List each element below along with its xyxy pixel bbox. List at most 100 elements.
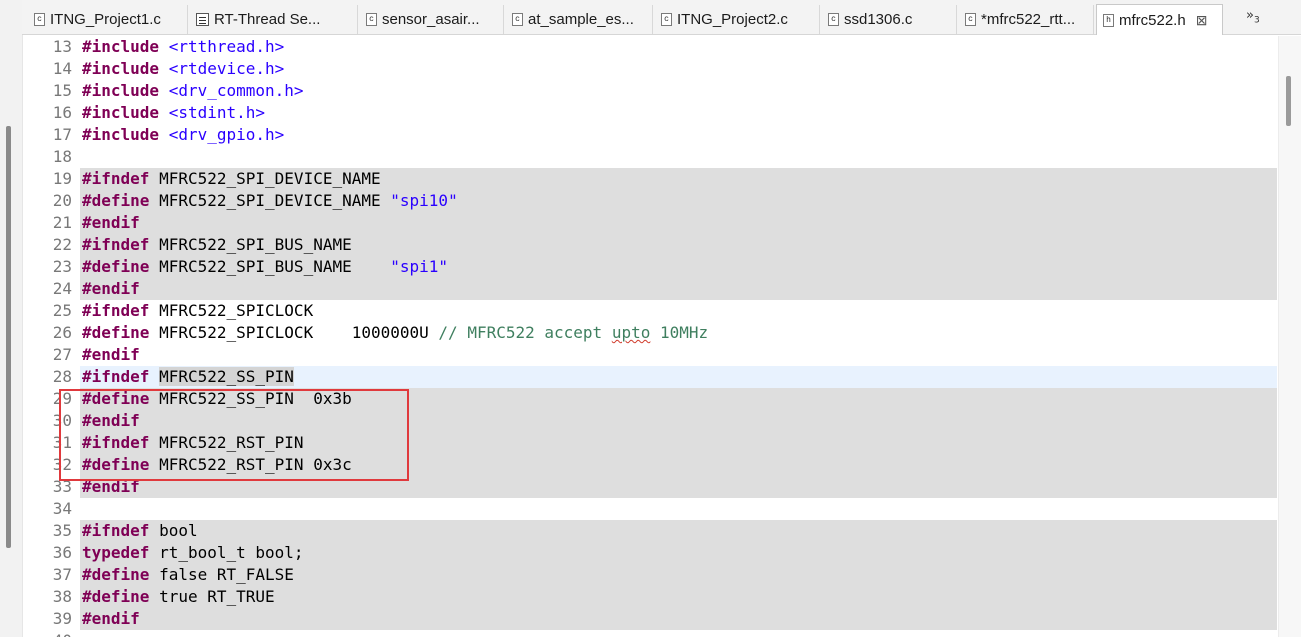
code-text[interactable]: #define MFRC522_SPICLOCK 1000000U // MFR… <box>80 322 1277 344</box>
code-line: 34 <box>40 498 1277 520</box>
code-text[interactable]: #endif <box>80 344 1277 366</box>
code-token: MFRC522_SPI_BUS_NAME <box>149 257 391 276</box>
code-line: 39 #endif <box>40 608 1277 630</box>
tab-6[interactable]: c *mfrc522_rtt... <box>959 5 1094 34</box>
code-line: 37 #define false RT_FALSE <box>40 564 1277 586</box>
code-line: 14 #include <rtdevice.h> <box>40 58 1277 80</box>
h-file-icon: h <box>1103 13 1114 27</box>
code-line: 16 #include <stdint.h> <box>40 102 1277 124</box>
code-text[interactable]: #ifndef bool <box>80 520 1277 542</box>
tab-5[interactable]: c ssd1306.c <box>822 5 957 34</box>
code-text[interactable]: #endif <box>80 476 1277 498</box>
code-line: 23 #define MFRC522_SPI_BUS_NAME "spi1" <box>40 256 1277 278</box>
line-number: 25 <box>52 301 72 320</box>
code-token: MFRC522_SS_PIN 0x3b <box>149 389 352 408</box>
tab-overflow-button[interactable]: »3 <box>1246 8 1260 26</box>
tab-label: sensor_asair... <box>382 11 480 28</box>
code-line: 40 <box>40 630 1277 637</box>
code-text[interactable]: #define MFRC522_RST_PIN 0x3c <box>80 454 1277 476</box>
line-number: 13 <box>52 37 72 56</box>
code-token: MFRC522_SPI_BUS_NAME <box>149 235 352 254</box>
code-editor[interactable]: 13 #include <rtthread.h> 14 #include <rtdev… <box>40 36 1277 637</box>
code-token: #ifndef <box>82 521 150 540</box>
code-token: #ifndef <box>82 169 150 188</box>
line-number: 15 <box>52 81 72 100</box>
code-text[interactable]: #include <drv_gpio.h> <box>80 124 1277 146</box>
line-number: 18 <box>52 147 72 166</box>
tab-4[interactable]: c ITNG_Project2.c <box>655 5 820 34</box>
code-line: 31 #ifndef MFRC522_RST_PIN <box>40 432 1277 454</box>
c-file-icon: c <box>366 13 377 26</box>
rt-settings-icon <box>196 13 209 26</box>
code-line: 13 #include <rtthread.h> <box>40 36 1277 58</box>
code-text[interactable]: #define true RT_TRUE <box>80 586 1277 608</box>
code-token: #define <box>82 565 150 584</box>
line-number: 17 <box>52 125 72 144</box>
code-text[interactable]: #include <rtdevice.h> <box>80 58 1277 80</box>
line-number: 16 <box>52 103 72 122</box>
code-text[interactable]: #endif <box>80 608 1277 630</box>
left-panel-edge <box>0 0 23 637</box>
code-line: 22 #ifndef MFRC522_SPI_BUS_NAME <box>40 234 1277 256</box>
code-text[interactable]: #include <stdint.h> <box>80 102 1277 124</box>
line-number: 39 <box>52 609 72 628</box>
code-token: MFRC522_RST_PIN 0x3c <box>149 455 352 474</box>
code-text[interactable]: typedef rt_bool_t bool; <box>80 542 1277 564</box>
code-line: 21 #endif <box>40 212 1277 234</box>
code-text[interactable]: #ifndef MFRC522_SS_PIN <box>80 366 1277 388</box>
code-token: MFRC522_SPICLOCK 1000000U <box>149 323 439 342</box>
line-number: 28 <box>52 367 72 386</box>
line-number: 29 <box>52 389 72 408</box>
code-text[interactable]: #ifndef MFRC522_SPI_DEVICE_NAME <box>80 168 1277 190</box>
tab-overflow-count: 3 <box>1253 15 1260 26</box>
line-number: 19 <box>52 169 72 188</box>
code-text[interactable]: #include <drv_common.h> <box>80 80 1277 102</box>
code-line: 36 typedef rt_bool_t bool; <box>40 542 1277 564</box>
code-text[interactable]: #endif <box>80 212 1277 234</box>
code-text[interactable]: #endif <box>80 278 1277 300</box>
code-text[interactable]: #define MFRC522_SS_PIN 0x3b <box>80 388 1277 410</box>
tab-label: ITNG_Project1.c <box>50 11 161 28</box>
code-text[interactable]: #endif <box>80 410 1277 432</box>
scrollbar-thumb[interactable] <box>1286 76 1291 126</box>
code-text[interactable]: #define MFRC522_SPI_BUS_NAME "spi1" <box>80 256 1277 278</box>
code-text[interactable]: #ifndef MFRC522_SPICLOCK <box>80 300 1277 322</box>
code-text[interactable]: #define false RT_FALSE <box>80 564 1277 586</box>
editor-vertical-scrollbar[interactable] <box>1278 36 1301 637</box>
line-number: 24 <box>52 279 72 298</box>
code-line: 35 #ifndef bool <box>40 520 1277 542</box>
line-number: 37 <box>52 565 72 584</box>
code-text[interactable]: #include <rtthread.h> <box>80 36 1277 58</box>
code-token: #endif <box>82 213 140 232</box>
tab-overflow-icon: » <box>1246 8 1254 23</box>
code-text[interactable] <box>80 498 1277 520</box>
code-text[interactable]: #define MFRC522_SPI_DEVICE_NAME "spi10" <box>80 190 1277 212</box>
code-text[interactable]: #ifndef MFRC522_SPI_BUS_NAME <box>80 234 1277 256</box>
tab-2[interactable]: c sensor_asair... <box>360 5 504 34</box>
tab-1[interactable]: RT-Thread Se... <box>190 5 358 34</box>
tab-0[interactable]: c ITNG_Project1.c <box>28 5 188 34</box>
tab-3[interactable]: c at_sample_es... <box>506 5 653 34</box>
c-file-icon: c <box>965 13 976 26</box>
code-line: 32 #define MFRC522_RST_PIN 0x3c <box>40 454 1277 476</box>
tab-label: at_sample_es... <box>528 11 634 28</box>
code-text[interactable]: #ifndef MFRC522_RST_PIN <box>80 432 1277 454</box>
tab-7[interactable]: h mfrc522.h ⊠ <box>1096 4 1223 35</box>
code-token: bool <box>149 521 198 540</box>
code-line: 25 #ifndef MFRC522_SPICLOCK <box>40 300 1277 322</box>
code-token: #include <box>82 37 160 56</box>
code-line: 20 #define MFRC522_SPI_DEVICE_NAME "spi10… <box>40 190 1277 212</box>
close-tab-icon[interactable]: ⊠ <box>1196 12 1208 29</box>
line-number: 35 <box>52 521 72 540</box>
line-number: 22 <box>52 235 72 254</box>
c-file-icon: c <box>828 13 839 26</box>
code-token: rt_bool_t bool; <box>149 543 304 562</box>
code-text[interactable] <box>80 630 1277 637</box>
code-text[interactable] <box>80 146 1277 168</box>
code-line: 33 #endif <box>40 476 1277 498</box>
code-token: // MFRC522 accept <box>438 323 612 342</box>
code-token: #define <box>82 389 150 408</box>
left-panel-scrollbar[interactable] <box>6 126 11 548</box>
